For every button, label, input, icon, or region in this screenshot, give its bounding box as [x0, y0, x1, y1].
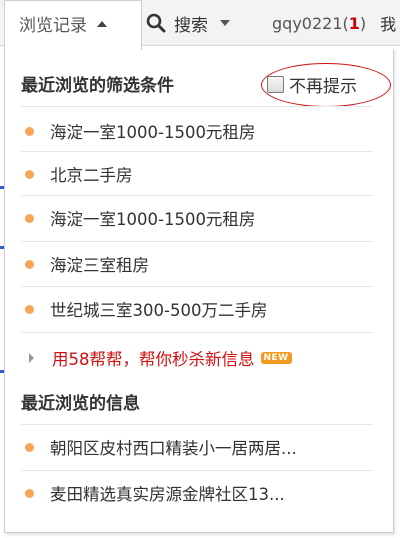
filter-item-label: 海淀一室1000-1500元租房: [50, 210, 256, 229]
filter-item[interactable]: 北京二手房: [21, 151, 373, 197]
bullet-dot-icon: [25, 126, 34, 136]
info-item[interactable]: 朝阳区皮村西口精装小一居两居...: [21, 424, 373, 470]
user-paren-close: ): [359, 13, 367, 33]
info-item-label: 朝阳区皮村西口精装小一居两居...: [50, 439, 297, 458]
user-name: gqy0221: [272, 13, 343, 33]
user-menu[interactable]: gqy0221(1) 我: [272, 0, 396, 46]
history-tab[interactable]: 浏览记录: [4, 0, 142, 50]
filter-item[interactable]: 海淀一室1000-1500元租房: [21, 195, 373, 241]
divider: [21, 106, 373, 107]
promo-link[interactable]: 用58帮帮，帮你秒杀新信息 NEW: [21, 340, 373, 376]
recent-info-title: 最近浏览的信息: [21, 394, 140, 414]
search-label: 搜索: [174, 15, 208, 36]
filter-item[interactable]: 海淀三室租房: [21, 241, 373, 287]
message-count: 1: [348, 13, 360, 33]
new-badge: NEW: [260, 352, 292, 364]
info-item[interactable]: 麦田精选真实房源金牌社区13...: [21, 470, 373, 516]
bullet-dot-icon: [25, 259, 34, 269]
bullet-dot-icon: [25, 442, 34, 452]
search-menu[interactable]: 搜索: [146, 0, 230, 46]
info-item-label: 麦田精选真实房源金牌社区13...: [50, 485, 285, 504]
filter-item-label: 北京二手房: [50, 166, 133, 185]
history-tab-label: 浏览记录: [19, 16, 87, 36]
search-icon: [146, 13, 166, 33]
filter-item[interactable]: 海淀一室1000-1500元租房: [21, 108, 373, 154]
triangle-right-icon: [29, 353, 34, 363]
bullet-dot-icon: [25, 213, 34, 223]
highlight-oval: [261, 63, 391, 107]
bullet-dot-icon: [25, 169, 34, 179]
bullet-dot-icon: [25, 304, 34, 314]
promo-label: 用58帮帮，帮你秒杀新信息: [52, 350, 255, 369]
more-menu-label[interactable]: 我: [380, 11, 396, 35]
filter-item-label: 世纪城三室300-500万二手房: [50, 301, 268, 320]
chevron-up-icon: [97, 20, 107, 27]
recent-filters-title: 最近浏览的筛选条件: [21, 76, 174, 96]
bullet-dot-icon: [25, 488, 34, 498]
chevron-down-icon: [220, 20, 230, 26]
filter-item-label: 海淀三室租房: [50, 256, 149, 275]
divider: [21, 332, 373, 333]
history-dropdown-panel: 最近浏览的筛选条件 不再提示 海淀一室1000-1500元租房 北京二手房 海淀…: [4, 49, 394, 533]
filter-item-label: 海淀一室1000-1500元租房: [50, 123, 256, 142]
filter-item[interactable]: 世纪城三室300-500万二手房: [21, 286, 373, 332]
